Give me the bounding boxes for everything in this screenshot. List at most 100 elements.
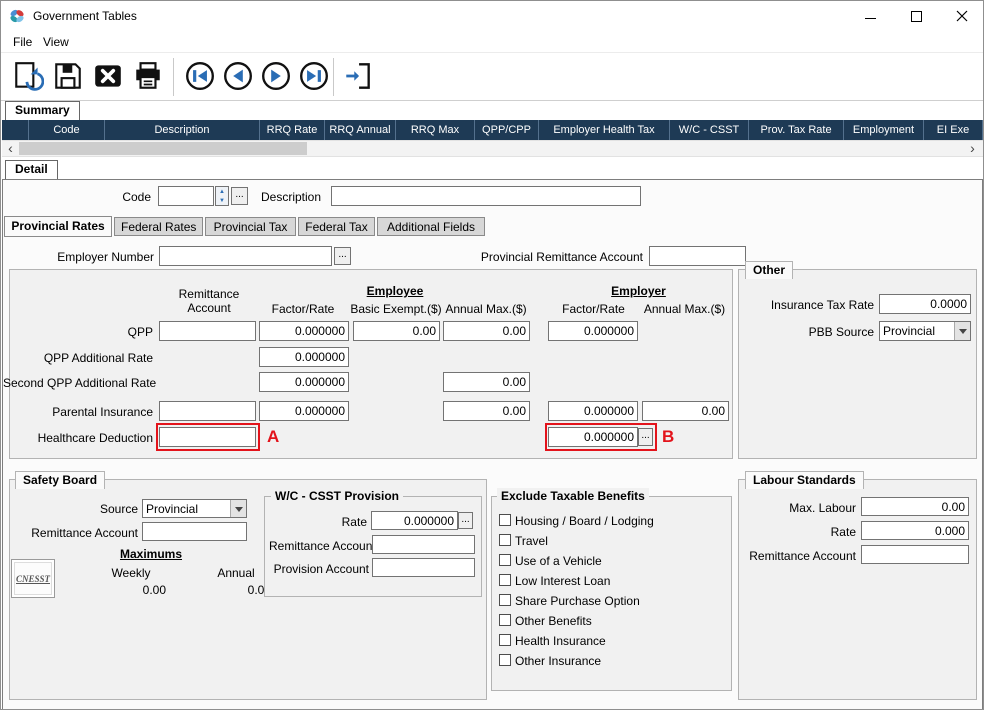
employer-number-browse-button[interactable]: ... bbox=[334, 247, 351, 265]
column-header-rrq-max[interactable]: RRQ Max bbox=[396, 120, 475, 140]
max-labour-label: Max. Labour bbox=[771, 501, 856, 515]
checkbox-use-of-vehicle[interactable] bbox=[499, 554, 511, 566]
parental-employer-factor-input[interactable] bbox=[548, 401, 638, 421]
parental-insurance-row-label: Parental Insurance bbox=[3, 405, 153, 419]
toolbar-separator bbox=[173, 58, 174, 96]
summary-tab[interactable]: Summary bbox=[5, 101, 80, 120]
second-qpp-additional-annual-max-input[interactable] bbox=[443, 372, 530, 392]
wc-rate-label: Rate bbox=[319, 515, 367, 529]
column-header-wc-csst[interactable]: W/C - CSST bbox=[670, 120, 749, 140]
tab-federal-rates[interactable]: Federal Rates bbox=[114, 217, 203, 236]
first-record-button[interactable] bbox=[181, 58, 219, 96]
minimize-button[interactable] bbox=[847, 1, 893, 31]
parental-remittance-input[interactable] bbox=[159, 401, 256, 421]
employer-number-input[interactable] bbox=[159, 246, 332, 266]
column-header-employment[interactable]: Employment bbox=[844, 120, 924, 140]
new-record-icon bbox=[12, 60, 44, 95]
max-labour-input[interactable] bbox=[861, 497, 969, 516]
checkbox-share-purchase-option[interactable] bbox=[499, 594, 511, 606]
insurance-tax-rate-input[interactable] bbox=[879, 294, 971, 314]
employee-header: Employee bbox=[259, 284, 531, 298]
code-input[interactable] bbox=[158, 186, 214, 206]
checkbox-housing[interactable] bbox=[499, 514, 511, 526]
menu-file[interactable]: File bbox=[9, 35, 36, 49]
column-header-prov-tax-rate[interactable]: Prov. Tax Rate bbox=[749, 120, 844, 140]
summary-grid-header: Code Description RRQ Rate RRQ Annual RRQ… bbox=[2, 120, 983, 140]
scroll-right-arrow-icon[interactable]: › bbox=[964, 141, 981, 156]
qpp-annual-max-input[interactable] bbox=[443, 321, 530, 341]
wc-provision-account-input[interactable] bbox=[372, 558, 475, 577]
checkbox-other-benefits[interactable] bbox=[499, 614, 511, 626]
checkbox-travel[interactable] bbox=[499, 534, 511, 546]
detail-tab[interactable]: Detail bbox=[5, 160, 58, 179]
scroll-left-arrow-icon[interactable]: ‹ bbox=[2, 141, 19, 156]
chevron-down-icon[interactable] bbox=[954, 322, 970, 340]
column-header-code[interactable]: Code bbox=[29, 120, 105, 140]
column-header-description[interactable]: Description bbox=[105, 120, 260, 140]
column-header-qpp-cpp[interactable]: QPP/CPP bbox=[475, 120, 539, 140]
tab-provincial-rates[interactable]: Provincial Rates bbox=[4, 216, 112, 237]
checkbox-low-interest-loan[interactable] bbox=[499, 574, 511, 586]
column-header-rrq-annual[interactable]: RRQ Annual bbox=[325, 120, 396, 140]
description-input[interactable] bbox=[331, 186, 641, 206]
checkbox-other-insurance[interactable] bbox=[499, 654, 511, 666]
column-header-rrq-rate[interactable]: RRQ Rate bbox=[260, 120, 325, 140]
chevron-down-icon[interactable] bbox=[230, 500, 246, 517]
summary-horizontal-scrollbar[interactable]: ‹ › bbox=[2, 140, 983, 157]
safety-remittance-label: Remittance Account bbox=[21, 526, 138, 540]
tab-federal-tax[interactable]: Federal Tax bbox=[298, 217, 375, 236]
qpp-additional-factor-input[interactable] bbox=[259, 347, 349, 367]
labour-standards-title: Labour Standards bbox=[745, 471, 864, 489]
labour-remittance-input[interactable] bbox=[861, 545, 969, 564]
qpp-factor-input[interactable] bbox=[259, 321, 349, 341]
provincial-remittance-label: Provincial Remittance Account bbox=[471, 250, 643, 264]
provincial-remittance-input[interactable] bbox=[649, 246, 746, 266]
annual-maximum-value: 0.00 bbox=[201, 583, 271, 597]
code-browse-button[interactable]: ... bbox=[231, 187, 248, 205]
safety-source-select[interactable]: Provincial bbox=[142, 499, 247, 518]
parental-employer-annual-max-input[interactable] bbox=[642, 401, 729, 421]
maximize-button[interactable] bbox=[893, 1, 939, 31]
tab-provincial-tax[interactable]: Provincial Tax bbox=[205, 217, 296, 236]
parental-factor-input[interactable] bbox=[259, 401, 349, 421]
parental-annual-max-input[interactable] bbox=[443, 401, 530, 421]
annotation-letter-b: B bbox=[662, 427, 674, 447]
new-record-button[interactable] bbox=[9, 58, 47, 96]
wc-provision-account-label: Provision Account bbox=[269, 562, 369, 576]
scrollbar-thumb[interactable] bbox=[19, 142, 307, 155]
labour-remittance-label: Remittance Account bbox=[739, 549, 856, 563]
wc-remittance-input[interactable] bbox=[372, 535, 475, 554]
wc-rate-input[interactable] bbox=[371, 511, 458, 530]
spinner-up-icon[interactable]: ▲ bbox=[216, 187, 228, 196]
exit-button[interactable] bbox=[339, 58, 377, 96]
pbb-source-select[interactable]: Provincial bbox=[879, 321, 971, 341]
column-header-spacer bbox=[2, 120, 29, 140]
menu-view[interactable]: View bbox=[39, 35, 73, 49]
cnesst-logo: CNESST bbox=[11, 559, 55, 598]
checkbox-health-insurance[interactable] bbox=[499, 634, 511, 646]
wc-rate-browse-button[interactable]: ... bbox=[458, 512, 473, 529]
delete-button[interactable] bbox=[89, 58, 127, 96]
toolbar-separator bbox=[333, 58, 334, 96]
next-record-button[interactable] bbox=[257, 58, 295, 96]
exclude-taxable-benefits-title: Exclude Taxable Benefits bbox=[497, 488, 649, 504]
previous-record-button[interactable] bbox=[219, 58, 257, 96]
safety-remittance-input[interactable] bbox=[142, 522, 247, 541]
code-spinner[interactable]: ▲ ▼ bbox=[215, 186, 229, 206]
basic-exempt-header: Basic Exempt.($) bbox=[349, 302, 443, 316]
qpp-employer-factor-input[interactable] bbox=[548, 321, 638, 341]
employee-factor-rate-header: Factor/Rate bbox=[257, 302, 349, 316]
qpp-row-label: QPP bbox=[3, 325, 153, 339]
labour-rate-input[interactable] bbox=[861, 521, 969, 540]
spinner-down-icon[interactable]: ▼ bbox=[216, 196, 228, 205]
save-button[interactable] bbox=[49, 58, 87, 96]
close-button[interactable] bbox=[939, 1, 984, 31]
last-record-button[interactable] bbox=[295, 58, 333, 96]
qpp-basic-exempt-input[interactable] bbox=[353, 321, 440, 341]
column-header-employer-health-tax[interactable]: Employer Health Tax bbox=[539, 120, 670, 140]
tab-additional-fields[interactable]: Additional Fields bbox=[377, 217, 485, 236]
qpp-remittance-input[interactable] bbox=[159, 321, 256, 341]
column-header-ei-exempt[interactable]: EI Exe bbox=[924, 120, 983, 140]
second-qpp-additional-factor-input[interactable] bbox=[259, 372, 349, 392]
print-button[interactable] bbox=[129, 58, 167, 96]
